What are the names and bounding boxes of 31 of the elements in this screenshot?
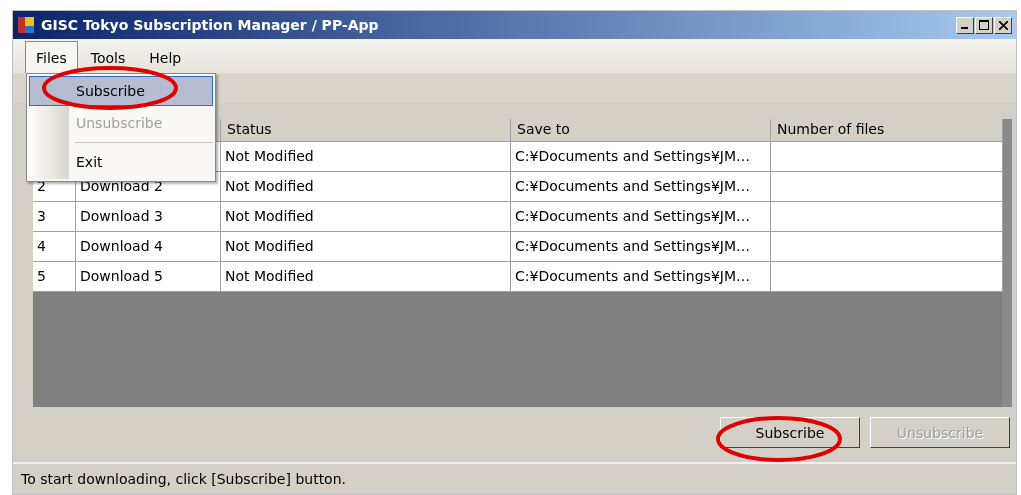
maximize-icon xyxy=(979,20,989,30)
table-cell: C:¥Documents and Settings¥JM… xyxy=(511,232,771,262)
table-cell: 3 xyxy=(33,202,76,232)
table-cell: Download 4 xyxy=(76,232,221,262)
table-cell: Not Modified xyxy=(221,262,511,292)
table-cell: C:¥Documents and Settings¥JM… xyxy=(511,262,771,292)
menu-item[interactable]: Files xyxy=(25,41,78,73)
app-icon xyxy=(17,16,35,34)
menu-item[interactable]: Tools xyxy=(79,41,137,73)
table-cell: 5 xyxy=(33,262,76,292)
column-header[interactable]: Number of files xyxy=(771,119,1003,142)
table-cell: C:¥Documents and Settings¥JM… xyxy=(511,142,771,172)
window-title: GISC Tokyo Subscription Manager / PP-App xyxy=(41,17,379,33)
maximize-button[interactable] xyxy=(975,16,993,34)
close-button[interactable] xyxy=(994,16,1012,34)
column-header[interactable]: Save to xyxy=(511,119,771,142)
table-cell: C:¥Documents and Settings¥JM… xyxy=(511,202,771,232)
table-cell: 4 xyxy=(33,232,76,262)
minimize-button[interactable] xyxy=(956,16,974,34)
table-cell: Download 5 xyxy=(76,262,221,292)
column-header[interactable]: Status xyxy=(221,119,511,142)
table-cell: Not Modified xyxy=(221,232,511,262)
menu-option[interactable]: Subscribe xyxy=(29,76,213,106)
close-icon xyxy=(998,20,1008,30)
table-cell: Not Modified xyxy=(221,202,511,232)
status-text: To start downloading, click [Subscribe] button. xyxy=(21,471,346,487)
table-cell: Not Modified xyxy=(221,172,511,202)
table-cell: Not Modified xyxy=(221,142,511,172)
table-cell: C:¥Documents and Settings¥JM… xyxy=(511,172,771,202)
table-cell: Download 3 xyxy=(76,202,221,232)
menu-item[interactable]: Help xyxy=(138,41,193,73)
